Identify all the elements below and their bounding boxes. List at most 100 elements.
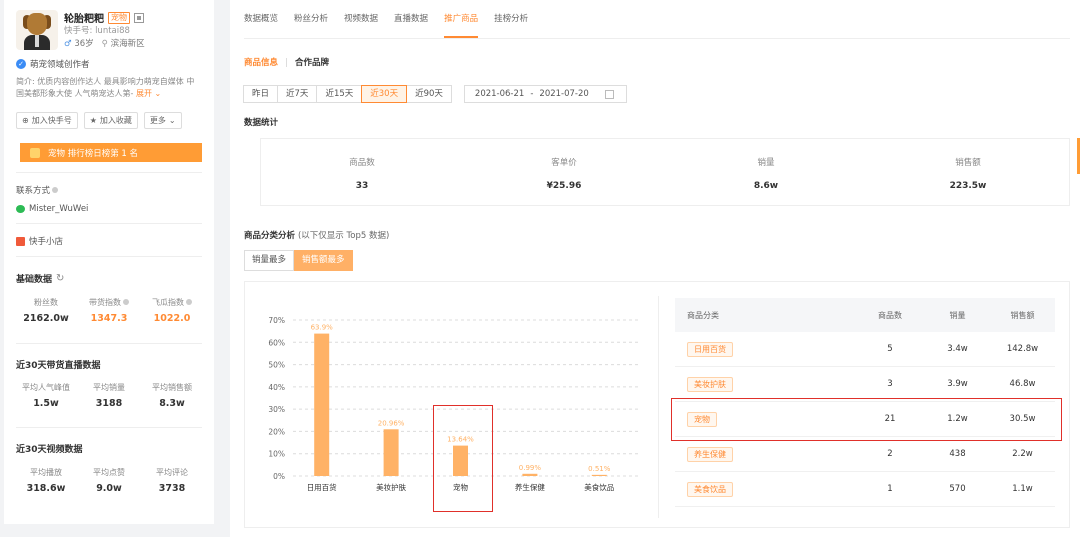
calendar-icon [604,89,614,99]
category-tag[interactable]: 养生保健 [687,446,733,462]
y-tick-label: 50% [268,361,285,370]
summary-unit-price: 客单价 ¥25.96 [463,139,665,205]
toggle-by-revenue[interactable]: 销售额最多 [294,250,353,271]
table-row[interactable]: 美食饮品 1 570 1.1w [675,472,1055,507]
range-90d[interactable]: 近90天 [406,85,452,103]
rank-banner[interactable]: 宠物 排行榜日榜第 1 名 [20,143,202,162]
store-link[interactable]: 快手小店 [16,235,63,247]
header-category: 商品分类 [687,310,719,320]
profile-name: 轮胎粑粑 [64,14,104,25]
tab-rank[interactable]: 挂榜分析 [494,0,528,38]
add-favorite-button[interactable]: ★ 加入收藏 [83,112,138,129]
y-tick-label: 20% [268,427,285,436]
table-header: 商品分类 商品数 销量 销售额 [675,298,1055,332]
header-revenue: 销售额 [1010,310,1035,320]
summary-label: 销量 [757,158,775,168]
avg-comment-stat: 平均评论 3738 [142,467,202,494]
bar [522,473,538,476]
main-panel: 数据概览 粉丝分析 视频数据 直播数据 推广商品 挂榜分析 商品信息 合作品牌 … [230,0,1080,537]
range-7d[interactable]: 近7天 [277,85,318,103]
info-icon[interactable] [123,299,129,305]
sales-index-stat: 带货指数 1347.3 [79,297,139,324]
category-tag[interactable]: 美妆护肤 [687,376,733,392]
bar-value-label: 0.99% [519,464,542,472]
contact-label: 联系方式 [16,184,59,196]
certification-row: ✓ 萌宠领域创作者 [16,58,90,70]
y-tick-label: 70% [268,316,285,325]
video-30-title: 近30天视频数据 [16,442,83,455]
summary-label: 商品数 [349,158,375,168]
header-count: 商品数 [878,310,902,320]
tab-fans[interactable]: 粉丝分析 [294,0,328,38]
tab-video[interactable]: 视频数据 [344,0,378,38]
stat-value: 2162.0w [23,313,69,324]
bar [314,333,330,476]
avg-sales-stat: 平均销量 3188 [79,382,139,409]
cell-revenue: 1.1w [1012,484,1033,494]
location: 滨海新区 [110,39,145,49]
category-tag[interactable]: 日用百货 [687,341,733,357]
avatar-head [27,13,47,35]
subtab-separator [286,57,288,67]
stat-value: 9.0w [96,483,122,494]
video-30-stats: 平均播放 318.6w 平均点赞 9.0w 平均评论 3738 [16,467,202,494]
tab-live[interactable]: 直播数据 [394,0,428,38]
cell-category: 美食饮品 [675,481,855,497]
stat-value: 1022.0 [153,313,191,324]
category-tag[interactable]: 美食饮品 [687,481,733,497]
expand-link[interactable]: 展开 ⌄ [136,89,161,98]
action-buttons: ⊕ 加入快手号 ★ 加入收藏 更多 ⌄ [16,112,182,129]
contact-label-text: 联系方式 [16,186,51,196]
tab-products[interactable]: 推广商品 [444,0,479,38]
highlight-box-row [671,398,1062,441]
summary-value: ¥25.96 [546,181,582,191]
stats-title: 数据统计 [244,118,279,128]
category-analysis-title: 商品分类分析 (以下仅显示 Top5 数据) [244,229,389,241]
stat-label: 平均销售额 [152,383,192,392]
tabs-divider [244,38,1070,39]
toggle-by-sales[interactable]: 销量最多 [244,250,295,271]
table-row[interactable]: 美妆护肤 3 3.9w 46.8w [675,367,1055,402]
date-start: 2021-06-21 [474,89,525,99]
table-row[interactable]: 日用百货 5 3.4w 142.8w [675,332,1055,367]
wechat-id: Mister_WuWei [29,204,89,214]
main-tabs: 数据概览 粉丝分析 视频数据 直播数据 推广商品 挂榜分析 [244,0,528,38]
qr-code-icon[interactable] [134,12,144,23]
add-favorite-label: 加入收藏 [99,116,132,125]
highlight-box-chart [433,405,493,512]
tab-overview[interactable]: 数据概览 [244,0,278,38]
table-row[interactable]: 养生保健 2 438 2.2w [675,437,1055,472]
stat-value: 3738 [158,483,186,494]
subtab-brands[interactable]: 合作品牌 [295,56,329,68]
range-30d[interactable]: 近30天 [361,85,408,103]
location-pin-icon: ⚲ [101,39,108,49]
info-icon[interactable] [52,187,59,193]
avatar[interactable] [16,10,58,50]
refresh-icon[interactable]: ↻ [56,273,64,284]
more-button[interactable]: 更多 ⌄ [143,112,182,129]
range-yesterday[interactable]: 昨日 [243,85,279,103]
stat-label-wrap: 飞瓜指数 [142,297,202,308]
date-range-picker[interactable]: 2021-06-21 - 2021-07-20 [463,85,627,103]
plus-circle-icon: ⊕ [22,116,29,125]
store-label: 快手小店 [29,237,64,247]
info-icon[interactable] [186,299,192,305]
trophy-icon [30,147,40,158]
stat-value: 3188 [95,398,123,409]
category-analysis-title-text: 商品分类分析 [244,231,296,241]
sub-tabs: 商品信息 合作品牌 [244,56,329,68]
x-tick-label: 美妆护肤 [376,482,406,492]
profile-sidebar: 轮胎粑粑 宠物 快手号: luntai88 ♂ 36岁 ⚲ 滨海新区 ✓ 萌宠领… [4,0,214,524]
date-separator: - [530,89,534,99]
add-kuaishou-button[interactable]: ⊕ 加入快手号 [16,112,78,129]
divider [16,256,202,257]
stat-value: 318.6w [26,483,66,494]
bar-value-label: 20.96% [378,419,405,427]
range-15d[interactable]: 近15天 [316,85,363,103]
divider [16,223,202,224]
cell-category: 美妆护肤 [675,376,855,392]
summary-revenue: 销售额 223.5w [867,139,1069,205]
divider [16,172,202,173]
subtab-product-info[interactable]: 商品信息 [244,56,278,68]
cell-count: 5 [887,344,893,354]
